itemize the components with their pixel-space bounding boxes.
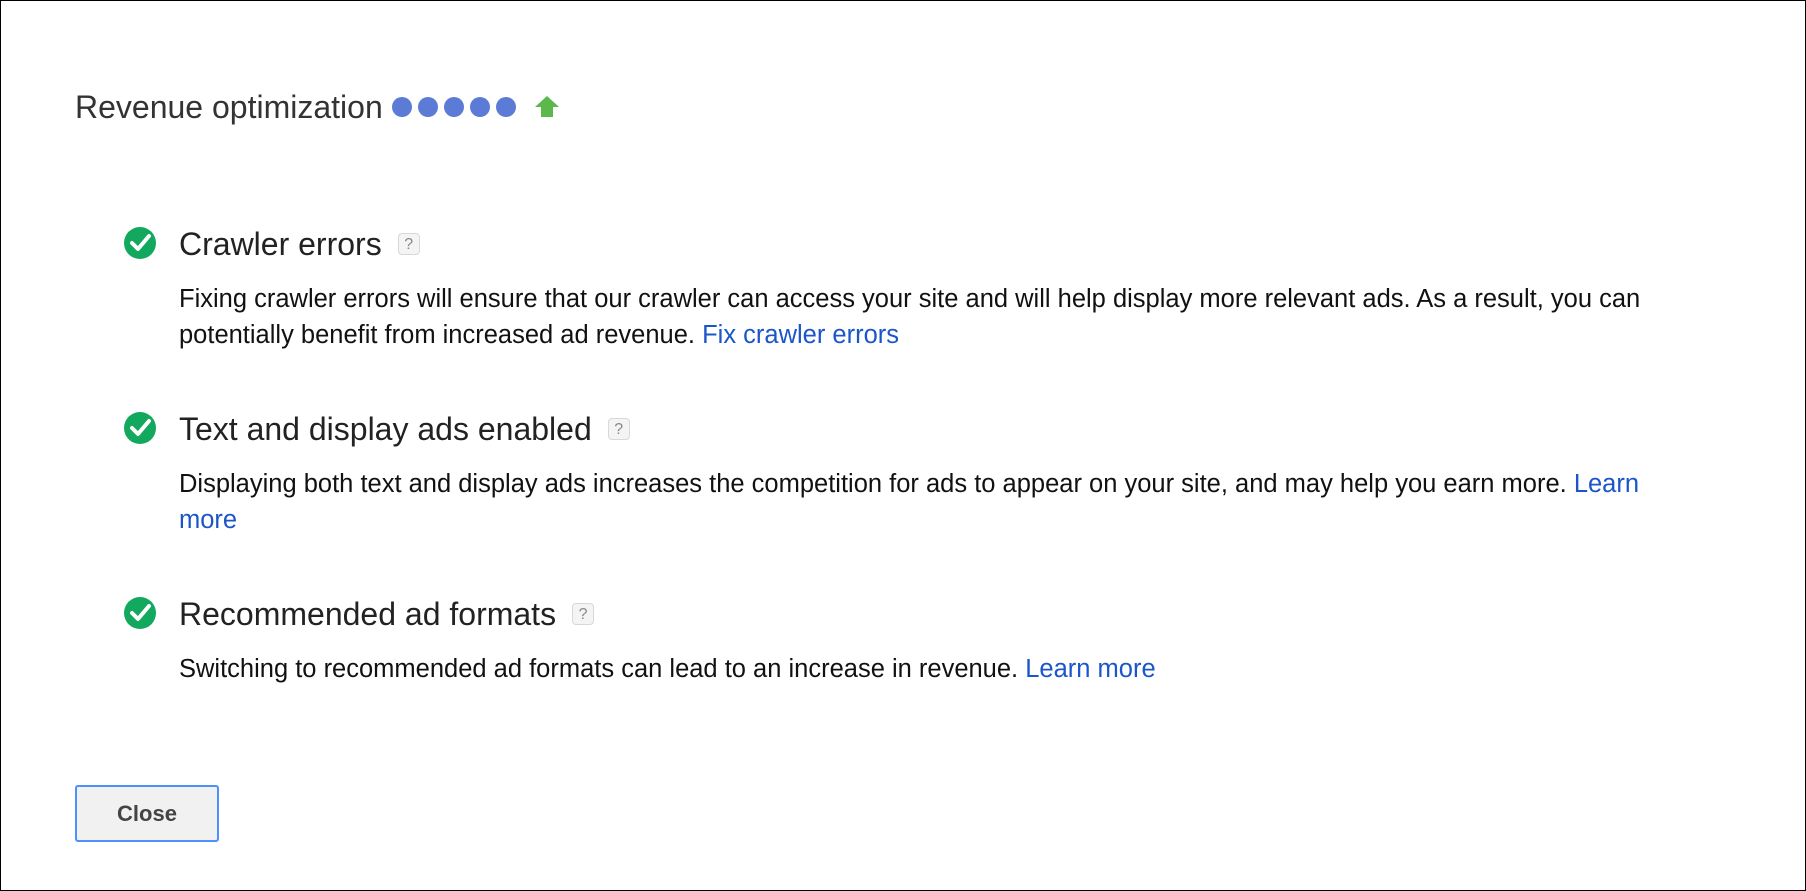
help-icon[interactable]: ? xyxy=(607,418,630,440)
dialog: Revenue optimization Crawler errors ? Fi… xyxy=(0,0,1806,891)
help-icon[interactable]: ? xyxy=(397,233,420,255)
rating-dot xyxy=(495,97,516,117)
list-item-text-display-ads: Text and display ads enabled ? Displayin… xyxy=(123,408,1683,538)
learn-more-link[interactable]: Learn more xyxy=(1025,655,1155,683)
list-item-recommended-ad-formats: Recommended ad formats ? Switching to re… xyxy=(123,593,1683,687)
item-title: Crawler errors xyxy=(179,226,382,262)
check-circle-icon xyxy=(123,226,157,260)
dialog-title: Revenue optimization xyxy=(75,89,383,125)
close-button[interactable]: Close xyxy=(75,785,219,842)
item-title: Recommended ad formats xyxy=(179,596,557,632)
list-item-crawler-errors: Crawler errors ? Fixing crawler errors w… xyxy=(123,223,1683,353)
arrow-up-icon xyxy=(534,95,560,119)
rating-dot xyxy=(391,97,412,117)
check-circle-icon xyxy=(123,596,157,630)
optimization-list: Crawler errors ? Fixing crawler errors w… xyxy=(123,223,1683,742)
fix-crawler-errors-link[interactable]: Fix crawler errors xyxy=(702,321,899,349)
item-description: Switching to recommended ad formats can … xyxy=(179,651,1679,687)
check-circle-icon xyxy=(123,411,157,445)
rating-dot xyxy=(469,97,490,117)
score-rating xyxy=(391,97,522,117)
rating-dot xyxy=(443,97,464,117)
item-description: Fixing crawler errors will ensure that o… xyxy=(179,281,1679,353)
dialog-header: Revenue optimization xyxy=(75,87,560,127)
item-description: Displaying both text and display ads inc… xyxy=(179,466,1679,538)
item-title: Text and display ads enabled xyxy=(179,411,592,447)
item-body-text: Switching to recommended ad formats can … xyxy=(179,655,1019,683)
rating-dot xyxy=(417,97,438,117)
item-body-text: Fixing crawler errors will ensure that o… xyxy=(179,285,1641,349)
help-icon[interactable]: ? xyxy=(572,603,595,625)
item-body-text: Displaying both text and display ads inc… xyxy=(179,470,1567,498)
